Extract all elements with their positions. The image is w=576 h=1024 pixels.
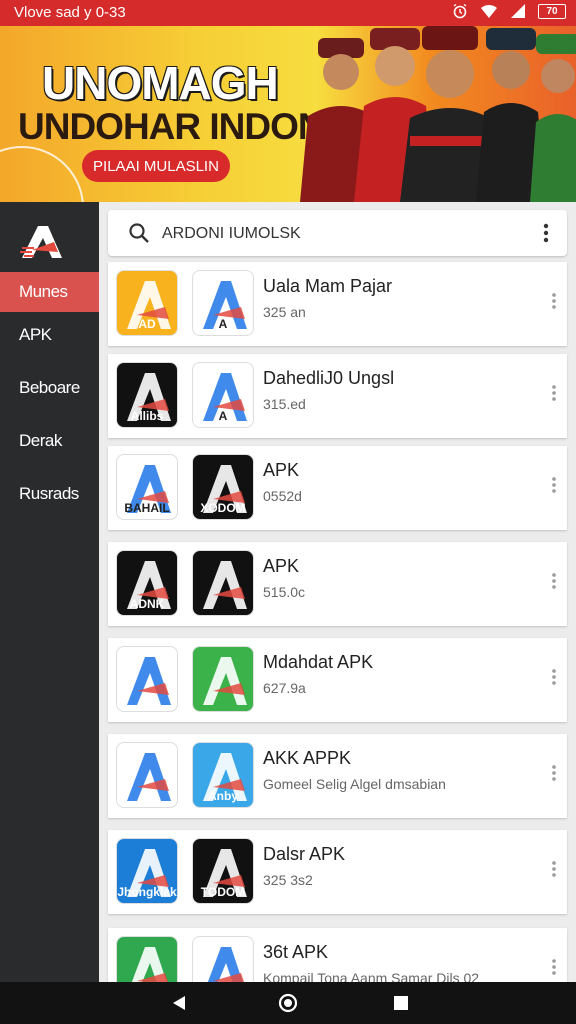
app-title: APK — [263, 556, 300, 576]
wifi-icon — [481, 4, 497, 18]
app-icon-secondary[interactable] — [192, 550, 254, 616]
overflow-menu-icon[interactable] — [551, 860, 557, 878]
overflow-menu-icon[interactable] — [551, 764, 557, 782]
search-icon[interactable] — [128, 222, 150, 244]
signal-icon — [511, 4, 525, 18]
app-card[interactable]: Jhongklak TODOM Dalsr APK 325 3s2 — [108, 830, 567, 914]
search-bar[interactable]: ARDONI IUMOLSK — [108, 210, 567, 256]
app-icon-label: A — [218, 409, 228, 423]
app-icon-label: TODOM — [200, 885, 246, 899]
sidebar-item-label: Derak — [19, 431, 62, 450]
app-icon-label: ADNK — [129, 597, 165, 611]
app-title: APK — [263, 460, 300, 480]
status-bar: Vlove sad y 0-33 70 — [0, 0, 576, 26]
app-card[interactable]: Mdahdat APK 627.9a — [108, 638, 567, 722]
app-title: DahedliJ0 Ungsl — [263, 368, 395, 388]
app-title: 36t APK — [263, 942, 329, 962]
app-icon-secondary[interactable] — [192, 646, 254, 712]
sidebar-item-label: Munes — [19, 282, 68, 301]
banner-people-photo — [300, 26, 576, 202]
app-icon-label: Allibs — [130, 409, 164, 423]
app-icon-label: Anby — [208, 789, 238, 803]
overflow-menu-icon[interactable] — [551, 668, 557, 686]
app-card[interactable]: Allibs A DahedliJ0 Ungsl 315.ed — [108, 354, 567, 438]
app-title: Uala Mam Pajar — [263, 276, 393, 296]
app-subtitle: 315.ed — [263, 396, 306, 412]
app-icon-secondary[interactable]: TODOM — [192, 838, 254, 904]
app-icon-secondary[interactable]: XODOM — [192, 454, 254, 520]
back-icon[interactable] — [170, 994, 188, 1012]
app-card[interactable]: AD A Uala Mam Pajar 325 an — [108, 262, 567, 346]
app-title: Dalsr APK — [263, 844, 346, 864]
banner-decoration — [0, 146, 84, 202]
battery-icon: 70 — [538, 3, 566, 19]
app-icon-label: BAHAIL — [124, 501, 170, 515]
overflow-menu-icon[interactable] — [551, 572, 557, 590]
alarm-icon — [453, 3, 467, 19]
app-icon-label: XODOM — [200, 501, 246, 515]
app-icon-secondary[interactable]: Anby — [192, 742, 254, 808]
sidebar-item-label: Rusrads — [19, 484, 79, 503]
recents-icon[interactable] — [393, 995, 409, 1011]
app-subtitle: 325 an — [263, 304, 306, 320]
sidebar-item-label: APK — [19, 325, 52, 344]
status-time: Vlove sad y 0-33 — [14, 4, 126, 21]
system-navigation-bar — [0, 982, 576, 1024]
app-icon-secondary[interactable]: A — [192, 270, 254, 336]
app-subtitle: 515.0c — [263, 584, 306, 600]
status-icons: 70 — [452, 3, 566, 19]
overflow-menu-icon[interactable] — [551, 292, 557, 310]
app-icon-label: AD — [138, 317, 156, 331]
sidebar-item-munes[interactable]: Munes — [0, 272, 99, 312]
app-subtitle: 325 3s2 — [263, 872, 313, 888]
sidebar-item-beboare[interactable]: Beboare — [0, 368, 99, 408]
app-title: AKK APPK — [263, 748, 352, 768]
more-options-icon[interactable] — [543, 222, 549, 244]
app-icon-label: A — [218, 317, 228, 331]
sidebar-item-rusrads[interactable]: Rusrads — [0, 474, 99, 514]
banner-button[interactable]: PILAAI MULASLIN — [82, 150, 230, 182]
app-card[interactable]: ADNK APK 515.0c — [108, 542, 567, 626]
app-card[interactable]: Anby AKK APPK Gomeel Selig Algel dmsabian — [108, 734, 567, 818]
home-icon[interactable] — [278, 993, 298, 1013]
sidebar-item-derak[interactable]: Derak — [0, 421, 99, 461]
app-icon-label: Jhongklak — [117, 885, 177, 899]
search-input[interactable]: ARDONI IUMOLSK — [162, 225, 301, 243]
app-logo-icon[interactable] — [18, 222, 64, 262]
sidebar: Munes APK Beboare Derak Rusrads — [0, 202, 99, 982]
overflow-menu-icon[interactable] — [551, 384, 557, 402]
app-icon[interactable]: AD — [116, 270, 178, 336]
app-icon[interactable]: Jhongklak — [116, 838, 178, 904]
app-title: Mdahdat APK — [263, 652, 374, 672]
sidebar-item-apk[interactable]: APK — [0, 315, 99, 355]
banner-headline: UNOMAGH — [42, 57, 279, 109]
overflow-menu-icon[interactable] — [551, 476, 557, 494]
app-icon[interactable]: BAHAIL — [116, 454, 178, 520]
app-icon[interactable]: Allibs — [116, 362, 178, 428]
app-icon[interactable] — [116, 646, 178, 712]
overflow-menu-icon[interactable] — [551, 958, 557, 976]
sidebar-item-label: Beboare — [19, 378, 80, 397]
app-icon[interactable] — [116, 742, 178, 808]
app-icon-secondary[interactable]: A — [192, 362, 254, 428]
app-card[interactable]: BAHAIL XODOM APK 0552d — [108, 446, 567, 530]
app-subtitle: Gomeel Selig Algel dmsabian — [263, 776, 446, 792]
app-subtitle: 627.9a — [263, 680, 306, 696]
app-subtitle: 0552d — [263, 488, 302, 504]
app-icon[interactable]: ADNK — [116, 550, 178, 616]
promo-banner[interactable]: UNOMAGH UNDOHAR INDONAN PILAAI MULASLIN — [0, 26, 576, 202]
